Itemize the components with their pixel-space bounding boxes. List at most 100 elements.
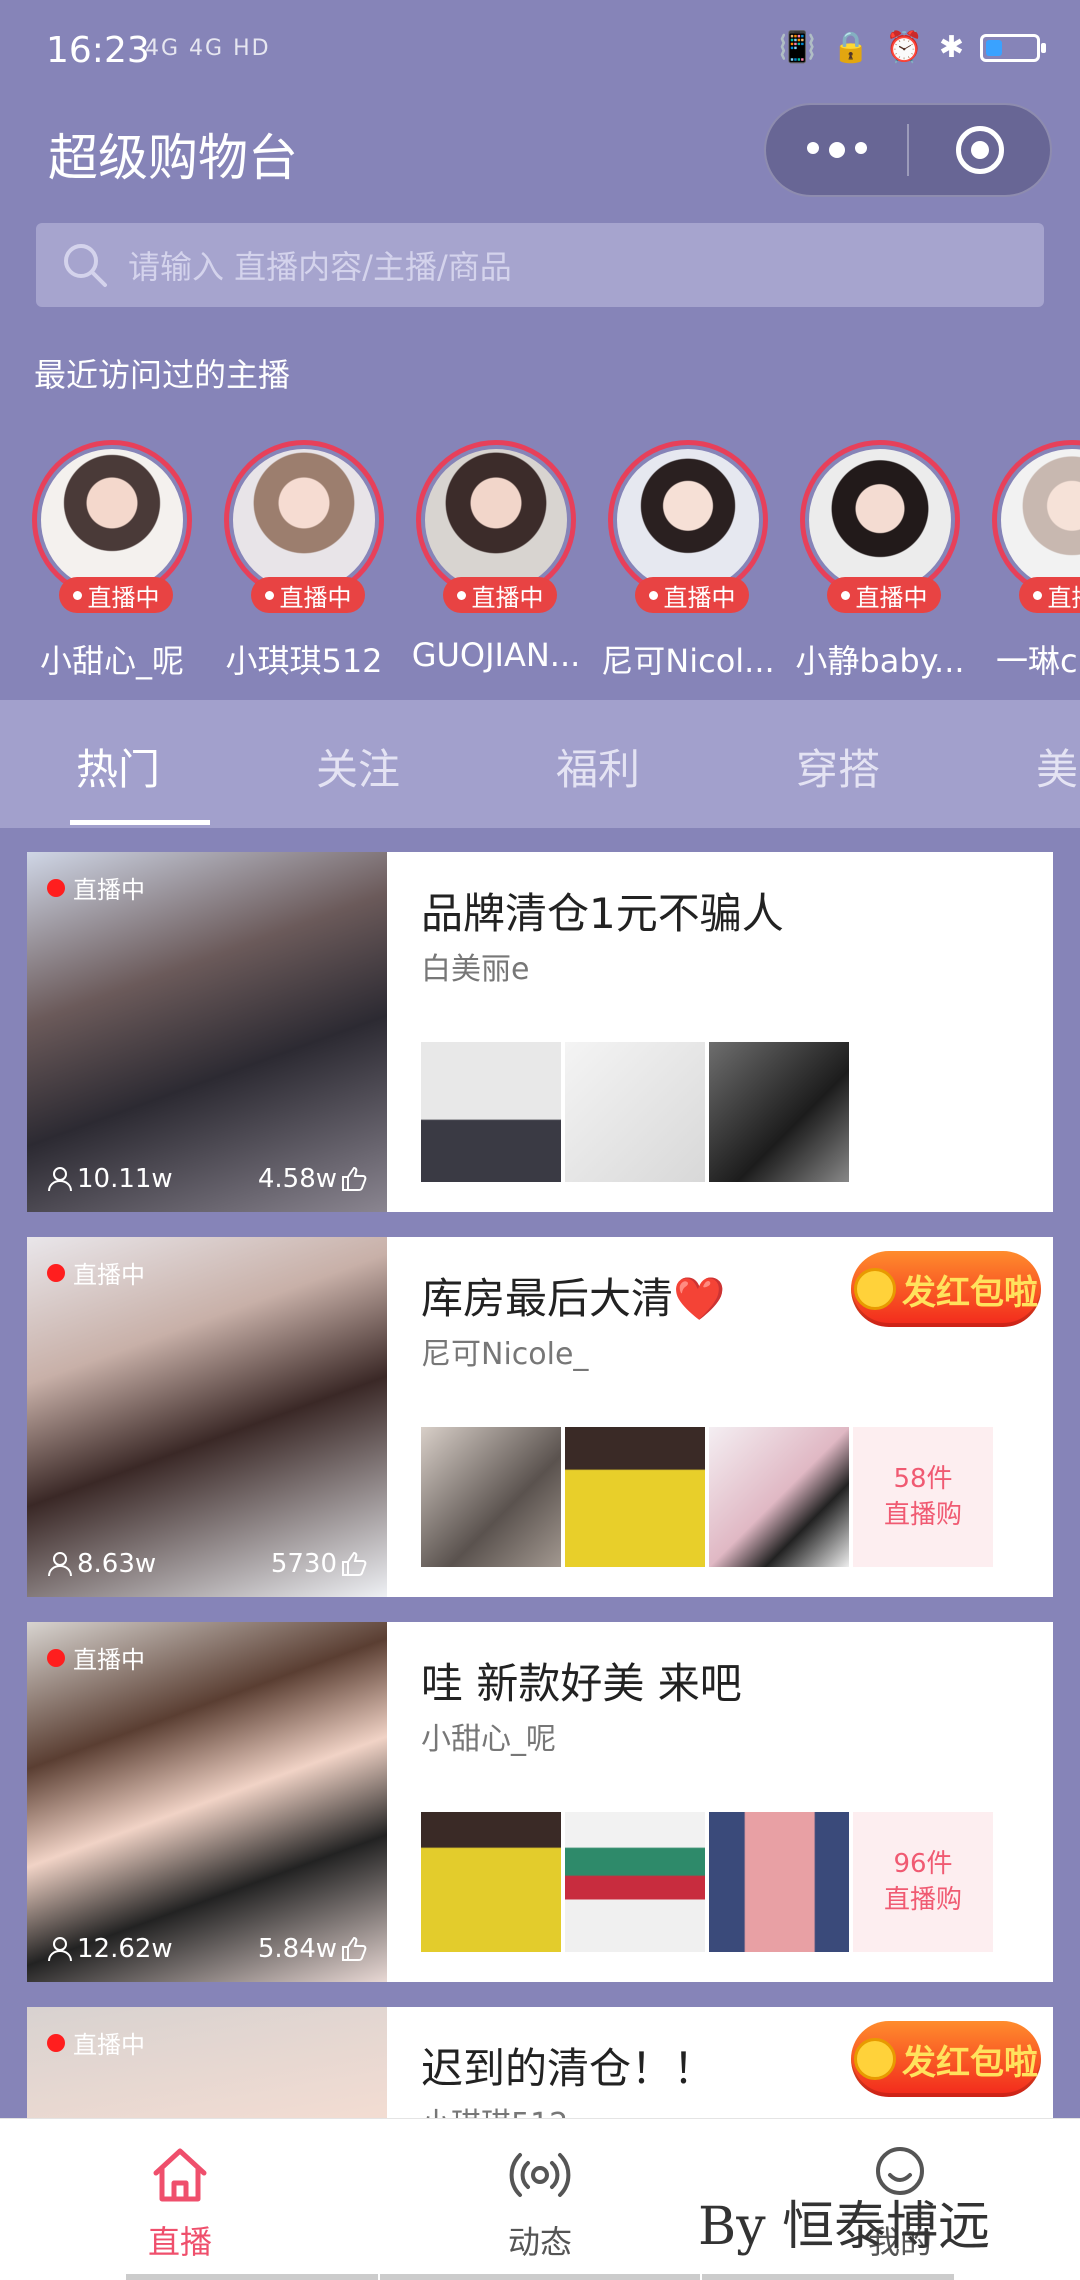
product-thumb[interactable] xyxy=(421,1812,561,1952)
user-icon xyxy=(48,1552,72,1577)
anchor-name: 小静baby... xyxy=(795,642,965,680)
network-indicator: 4G 4G HD xyxy=(145,36,271,61)
card-host: 小甜心_呢 xyxy=(421,1722,556,1757)
avatar: 直播中 xyxy=(416,440,576,613)
viewer-count: 12.62w xyxy=(47,1934,173,1964)
product-thumb[interactable] xyxy=(709,1812,849,1952)
product-count[interactable]: 96件 直播购 xyxy=(853,1812,993,1952)
bluetooth-icon: ✱ xyxy=(938,30,964,65)
search-input[interactable]: 请输入 直播内容/主播/商品 xyxy=(36,223,1044,307)
anchor-item[interactable]: 直播中 小琪琪512 xyxy=(208,440,400,682)
anchor-item[interactable]: 直播中 一琳c xyxy=(976,440,1080,682)
like-count: 5.84w xyxy=(258,1934,367,1964)
product-thumbs xyxy=(421,1042,849,1182)
redpack-badge[interactable]: 发红包啦 xyxy=(851,2021,1041,2097)
product-thumb[interactable] xyxy=(565,1812,705,1952)
close-miniprogram-button[interactable] xyxy=(909,126,1050,174)
recent-anchors-title: 最近访问过的主播 xyxy=(34,356,291,394)
nav-live[interactable]: 直播 xyxy=(0,2119,360,2280)
nav-label: 动态 xyxy=(507,2223,572,2261)
live-card[interactable]: 直播中 8.63w 5730 库房最后大清❤️ 尼可Nicole_ 发红包啦 5… xyxy=(27,1237,1053,1597)
product-thumb[interactable] xyxy=(565,1427,705,1567)
tab-welfare[interactable]: 福利 xyxy=(556,736,640,797)
live-badge: 直播中 xyxy=(251,577,365,613)
avatar: 直播中 xyxy=(992,440,1080,613)
live-card[interactable]: 直播中 迟到的清仓！！ 小琪琪512 发红包啦 xyxy=(27,2007,1053,2118)
watermark: By 恒泰博远 xyxy=(698,2197,991,2257)
thumbs-up-icon xyxy=(342,1936,367,1961)
live-badge: 直播中 xyxy=(635,577,749,613)
user-icon xyxy=(48,1167,72,1192)
avatar: 直播中 xyxy=(608,440,768,613)
anchor-item[interactable]: 直播中 小甜心_呢 xyxy=(16,440,208,682)
anchor-item[interactable]: 直播中 小静baby... xyxy=(784,440,976,682)
redpack-badge[interactable]: 发红包啦 xyxy=(851,1251,1041,1327)
card-title: 哇 新款好美 来吧 xyxy=(421,1659,742,1708)
live-indicator: 直播中 xyxy=(47,1255,145,1290)
lock-rotation-icon: 🔒 xyxy=(832,30,870,65)
viewer-count: 8.63w xyxy=(47,1549,156,1579)
live-badge: 直播中 xyxy=(827,577,941,613)
active-tab-indicator xyxy=(70,820,210,825)
alarm-icon: ⏰ xyxy=(885,30,923,65)
category-tabs: 热门 关注 福利 穿搭 美 xyxy=(0,700,1080,828)
search-placeholder: 请输入 直播内容/主播/商品 xyxy=(128,248,512,286)
card-host: 白美丽e xyxy=(421,952,530,987)
avatar: 直播中 xyxy=(224,440,384,613)
live-indicator: 直播中 xyxy=(47,870,145,905)
product-count[interactable]: 58件 直播购 xyxy=(853,1427,993,1567)
anchor-item[interactable]: 直播中 尼可Nicol... xyxy=(592,440,784,682)
status-time: 16:23 xyxy=(46,30,150,71)
home-icon xyxy=(153,2148,207,2202)
like-count: 4.58w xyxy=(258,1164,367,1194)
live-cover[interactable]: 直播中 xyxy=(27,2007,387,2118)
anchor-name: 小甜心_呢 xyxy=(39,642,184,680)
product-thumbs: 58件 直播购 xyxy=(421,1427,993,1567)
anchor-item[interactable]: 直播中 GUOJIAN... xyxy=(400,440,592,674)
user-icon xyxy=(48,1937,72,1962)
live-cover[interactable]: 直播中 10.11w 4.58w xyxy=(27,852,387,1212)
status-icons: 📳 🔒 ⏰ ✱ xyxy=(778,30,1046,65)
card-title: 库房最后大清❤️ xyxy=(421,1274,726,1323)
live-cover[interactable]: 直播中 12.62w 5.84w xyxy=(27,1622,387,1982)
live-feed: 直播中 10.11w 4.58w 品牌清仓1元不骗人 白美丽e 直播中 8.63… xyxy=(0,828,1080,2118)
broadcast-icon xyxy=(509,2153,571,2197)
nav-label: 直播 xyxy=(147,2223,212,2261)
card-host: 尼可Nicole_ xyxy=(421,1337,589,1372)
like-count: 5730 xyxy=(271,1549,367,1579)
live-card[interactable]: 直播中 12.62w 5.84w 哇 新款好美 来吧 小甜心_呢 96件 直播购 xyxy=(27,1622,1053,1982)
vibrate-icon: 📳 xyxy=(778,30,817,65)
card-title: 迟到的清仓！！ xyxy=(421,2044,716,2093)
live-card[interactable]: 直播中 10.11w 4.58w 品牌清仓1元不骗人 白美丽e xyxy=(27,852,1053,1212)
thumbs-up-icon xyxy=(342,1166,367,1191)
viewer-count: 10.11w xyxy=(47,1164,173,1194)
anchor-name: 小琪琪512 xyxy=(225,642,383,680)
miniprogram-capsule xyxy=(764,103,1052,197)
tab-follow[interactable]: 关注 xyxy=(316,736,400,797)
card-title: 品牌清仓1元不骗人 xyxy=(421,889,784,938)
live-badge: 直播中 xyxy=(443,577,557,613)
tab-hot[interactable]: 热门 xyxy=(76,736,160,797)
product-thumb[interactable] xyxy=(565,1042,705,1182)
product-thumb[interactable] xyxy=(421,1427,561,1567)
live-cover[interactable]: 直播中 8.63w 5730 xyxy=(27,1237,387,1597)
recent-anchors-list: 直播中 小甜心_呢 直播中 小琪琪512 直播中 GUOJIAN... 直播中 … xyxy=(0,440,1080,680)
product-thumb[interactable] xyxy=(709,1042,849,1182)
product-thumb[interactable] xyxy=(421,1042,561,1182)
target-icon xyxy=(955,126,1004,174)
app-title: 超级购物台 xyxy=(48,129,298,187)
more-menu-button[interactable] xyxy=(766,142,907,158)
live-indicator: 直播中 xyxy=(47,2025,145,2060)
card-host: 小琪琪512 xyxy=(421,2099,568,2118)
nav-moments[interactable]: 动态 xyxy=(360,2119,720,2280)
avatar: 直播中 xyxy=(800,440,960,613)
product-thumb[interactable] xyxy=(709,1427,849,1567)
search-icon xyxy=(64,244,107,287)
tab-outfit[interactable]: 穿搭 xyxy=(796,736,880,797)
product-thumbs: 96件 直播购 xyxy=(421,1812,993,1952)
tab-beauty[interactable]: 美 xyxy=(1036,736,1078,797)
avatar: 直播中 xyxy=(32,440,192,613)
live-badge: 直播中 xyxy=(59,577,173,613)
anchor-name: GUOJIAN... xyxy=(411,636,581,674)
battery-icon xyxy=(980,33,1046,62)
